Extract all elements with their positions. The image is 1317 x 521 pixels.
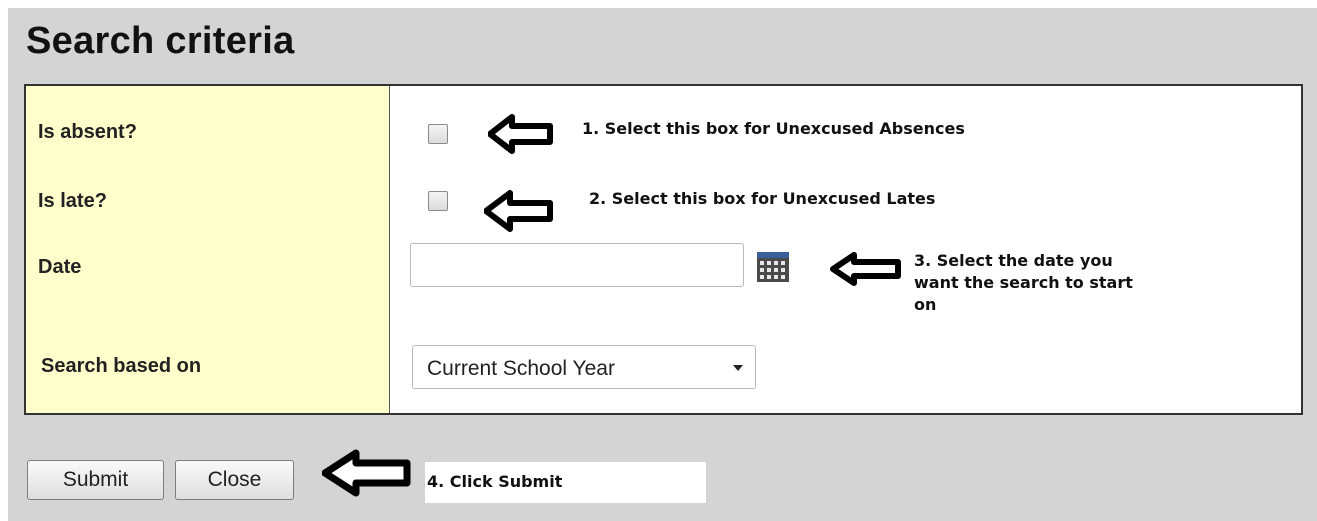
step3-note: 3. Select the date you want the search t… <box>914 250 1133 316</box>
label-column: Is absent? Is late? Date Search based on <box>26 86 390 413</box>
left-arrow-icon <box>830 252 901 286</box>
step4-note-box: 4. Click Submit <box>425 462 706 503</box>
left-arrow-icon <box>322 449 411 497</box>
close-button[interactable]: Close <box>175 460 294 500</box>
search-based-on-label: Search based on <box>41 355 202 377</box>
search-criteria-panel: Search criteria Is absent? Is late? Date… <box>8 8 1317 521</box>
calendar-icon[interactable] <box>757 252 789 287</box>
is-absent-checkbox[interactable] <box>428 124 448 144</box>
date-input[interactable] <box>410 243 744 287</box>
is-late-checkbox[interactable] <box>428 191 448 211</box>
step4-note: 4. Click Submit <box>427 472 563 491</box>
step3-line3: on <box>914 295 937 314</box>
step1-note: 1. Select this box for Unexcused Absence… <box>582 119 965 138</box>
left-arrow-icon <box>484 190 553 232</box>
chevron-down-icon <box>733 365 743 371</box>
step3-line1: 3. Select the date you <box>914 251 1113 270</box>
left-arrow-icon <box>488 114 553 154</box>
step2-note: 2. Select this box for Unexcused Lates <box>589 189 936 208</box>
search-based-on-value: Current School Year <box>427 357 615 380</box>
step3-line2: want the search to start <box>914 273 1133 292</box>
submit-button[interactable]: Submit <box>27 460 164 500</box>
search-based-on-select[interactable]: Current School Year <box>412 345 756 389</box>
is-absent-label: Is absent? <box>38 121 137 143</box>
is-late-label: Is late? <box>38 190 107 212</box>
page-title: Search criteria <box>26 20 295 62</box>
date-label: Date <box>38 256 82 278</box>
